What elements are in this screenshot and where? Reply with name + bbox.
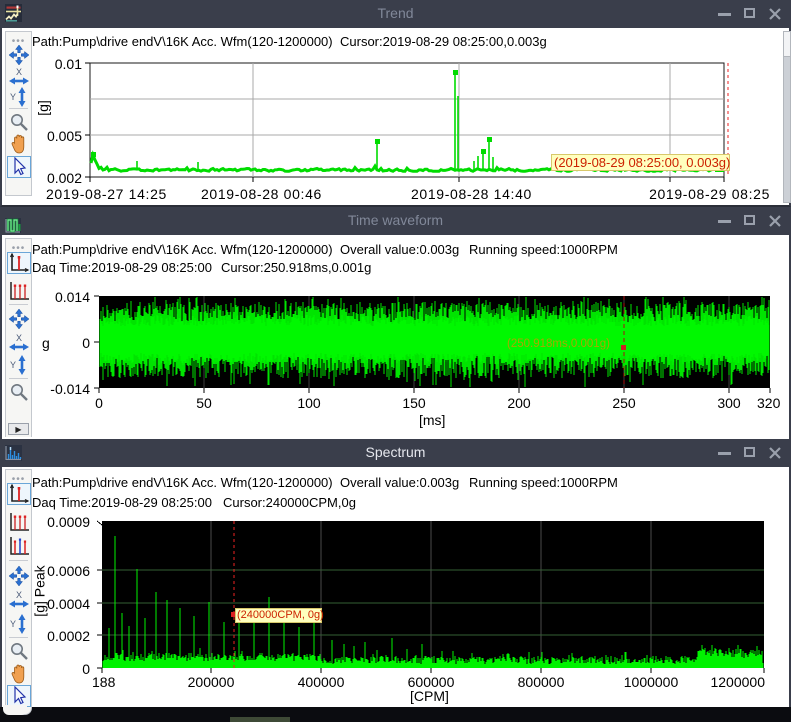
svg-text:X: X <box>15 590 21 600</box>
svg-text:Y: Y <box>9 92 15 102</box>
svg-text:Y: Y <box>9 360 15 370</box>
svg-text:X: X <box>15 67 21 77</box>
svg-text:X: X <box>15 333 21 343</box>
svg-text:(250.918ms,0.001g): (250.918ms,0.001g) <box>507 338 610 350</box>
svg-text:Y: Y <box>9 619 15 629</box>
